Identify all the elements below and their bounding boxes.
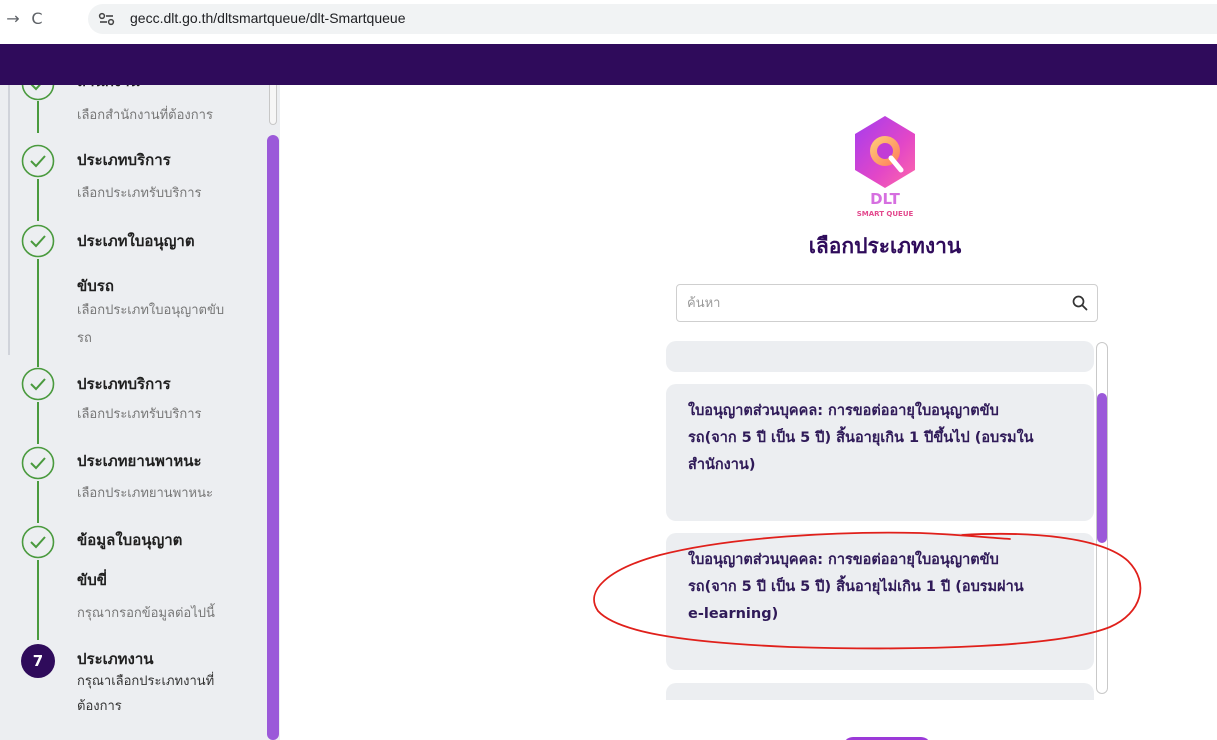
step-title: ประเภทบริการ: [77, 151, 171, 169]
list-scrollbar-thumb[interactable]: [1097, 393, 1107, 543]
check-circle-icon: [21, 367, 55, 401]
check-circle-icon: [21, 446, 55, 480]
step-connector: [37, 101, 39, 133]
step-subtitle: เลือกสำนักงานที่ต้องการ: [77, 108, 213, 123]
search-icon[interactable]: [1071, 294, 1089, 312]
work-type-label: ใบอนุญาตส่วนบุคคล: การขอต่ออายุใบอนุญาตข…: [688, 398, 1088, 479]
work-type-label: ใบอนุญาตส่วนบุคคล: การขอต่ออายุใบอนุญาตข…: [688, 547, 1088, 628]
step-connector: [37, 179, 39, 221]
step-number-badge: 7: [21, 644, 55, 678]
sidebar-scrollbar-track[interactable]: [269, 85, 277, 125]
url-text: gecc.dlt.go.th/dltsmartqueue/dlt-Smartqu…: [130, 10, 406, 26]
step-subtitle: เลือกประเภทรับบริการ: [77, 407, 202, 422]
check-circle-icon: [21, 144, 55, 178]
dlt-smartqueue-logo: DLT SMART QUEUE: [843, 112, 927, 224]
step-subtitle-cont: รถ: [77, 331, 92, 346]
work-type-card[interactable]: [666, 341, 1094, 372]
step-title: สำนักงาน: [77, 85, 257, 99]
work-type-line: รถ(จาก 5 ปี เป็น 5 ปี) สิ้นอายุไม่เกิน 1…: [688, 579, 1024, 595]
work-type-line: รถ(จาก 5 ปี เป็น 5 ปี) สิ้นอายุเกิน 1 ปี…: [688, 430, 1034, 446]
stepper-sidebar: สำนักงาน เลือกสำนักงานที่ต้องการ ประเภทบ…: [0, 85, 280, 740]
step-connector: [37, 481, 39, 523]
site-info-icon[interactable]: [96, 9, 118, 29]
check-circle-icon: [21, 85, 55, 101]
step-subtitle: เลือกประเภทยานพาหนะ: [77, 486, 213, 501]
work-type-line: ใบอนุญาตส่วนบุคคล: การขอต่ออายุใบอนุญาตข…: [688, 403, 999, 419]
smartqueue-page: → C gecc.dlt.go.th/dltsmartqueue/dlt-Sma…: [0, 0, 1217, 740]
step-subtitle: เลือกประเภทใบอนุญาตขับ: [77, 303, 225, 318]
search-box: [676, 284, 1098, 322]
browser-toolbar: → C gecc.dlt.go.th/dltsmartqueue/dlt-Sma…: [0, 0, 1217, 44]
step-subtitle: กรุณากรอกข้อมูลต่อไปนี้: [77, 606, 215, 621]
app-header: [0, 44, 1217, 85]
step-connector: [37, 259, 39, 367]
work-type-card[interactable]: ใบอนุญาตส่วนบุคคล: การขอต่ออายุใบอนุญาตข…: [666, 533, 1094, 670]
step-title: ประเภทใบอนุญาต: [77, 232, 195, 250]
page-title: เลือกประเภทงาน: [808, 234, 962, 258]
forward-arrow-icon[interactable]: →: [2, 8, 24, 30]
sidebar-divider: [8, 85, 10, 355]
step-connector: [37, 560, 39, 640]
work-type-line: ใบอนุญาตส่วนบุคคล: การขอต่ออายุใบอนุญาตข…: [688, 552, 999, 568]
check-circle-icon: [21, 224, 55, 258]
work-type-list: ใบอนุญาตส่วนบุคคล: การขอต่ออายุใบอนุญาตข…: [666, 340, 1106, 700]
step-title: ประเภทยานพาหนะ: [77, 452, 202, 470]
work-type-line: สำนักงาน): [688, 457, 756, 473]
logo-subtext: SMART QUEUE: [857, 210, 914, 218]
work-type-card[interactable]: [666, 683, 1094, 700]
search-input[interactable]: [677, 285, 1057, 321]
logo-text: DLT: [870, 190, 901, 208]
work-type-card[interactable]: ใบอนุญาตส่วนบุคคล: การขอต่ออายุใบอนุญาตข…: [666, 384, 1094, 521]
sidebar-scrollbar-thumb[interactable]: [267, 135, 279, 740]
step-title: ข้อมูลใบอนุญาต: [77, 531, 183, 549]
work-type-line: e-learning): [688, 606, 779, 622]
step-subtitle: กรุณาเลือกประเภทงานที่: [77, 674, 215, 689]
step-title: ประเภทบริการ: [77, 375, 171, 393]
address-bar[interactable]: gecc.dlt.go.th/dltsmartqueue/dlt-Smartqu…: [88, 4, 1217, 34]
reload-icon[interactable]: C: [26, 8, 48, 30]
step-subtitle: เลือกประเภทรับบริการ: [77, 186, 202, 201]
step-connector: [37, 402, 39, 444]
step-subtitle-cont: ต้องการ: [77, 699, 122, 714]
check-circle-icon: [21, 525, 55, 559]
step-title-cont: ขับขี่: [77, 571, 108, 589]
